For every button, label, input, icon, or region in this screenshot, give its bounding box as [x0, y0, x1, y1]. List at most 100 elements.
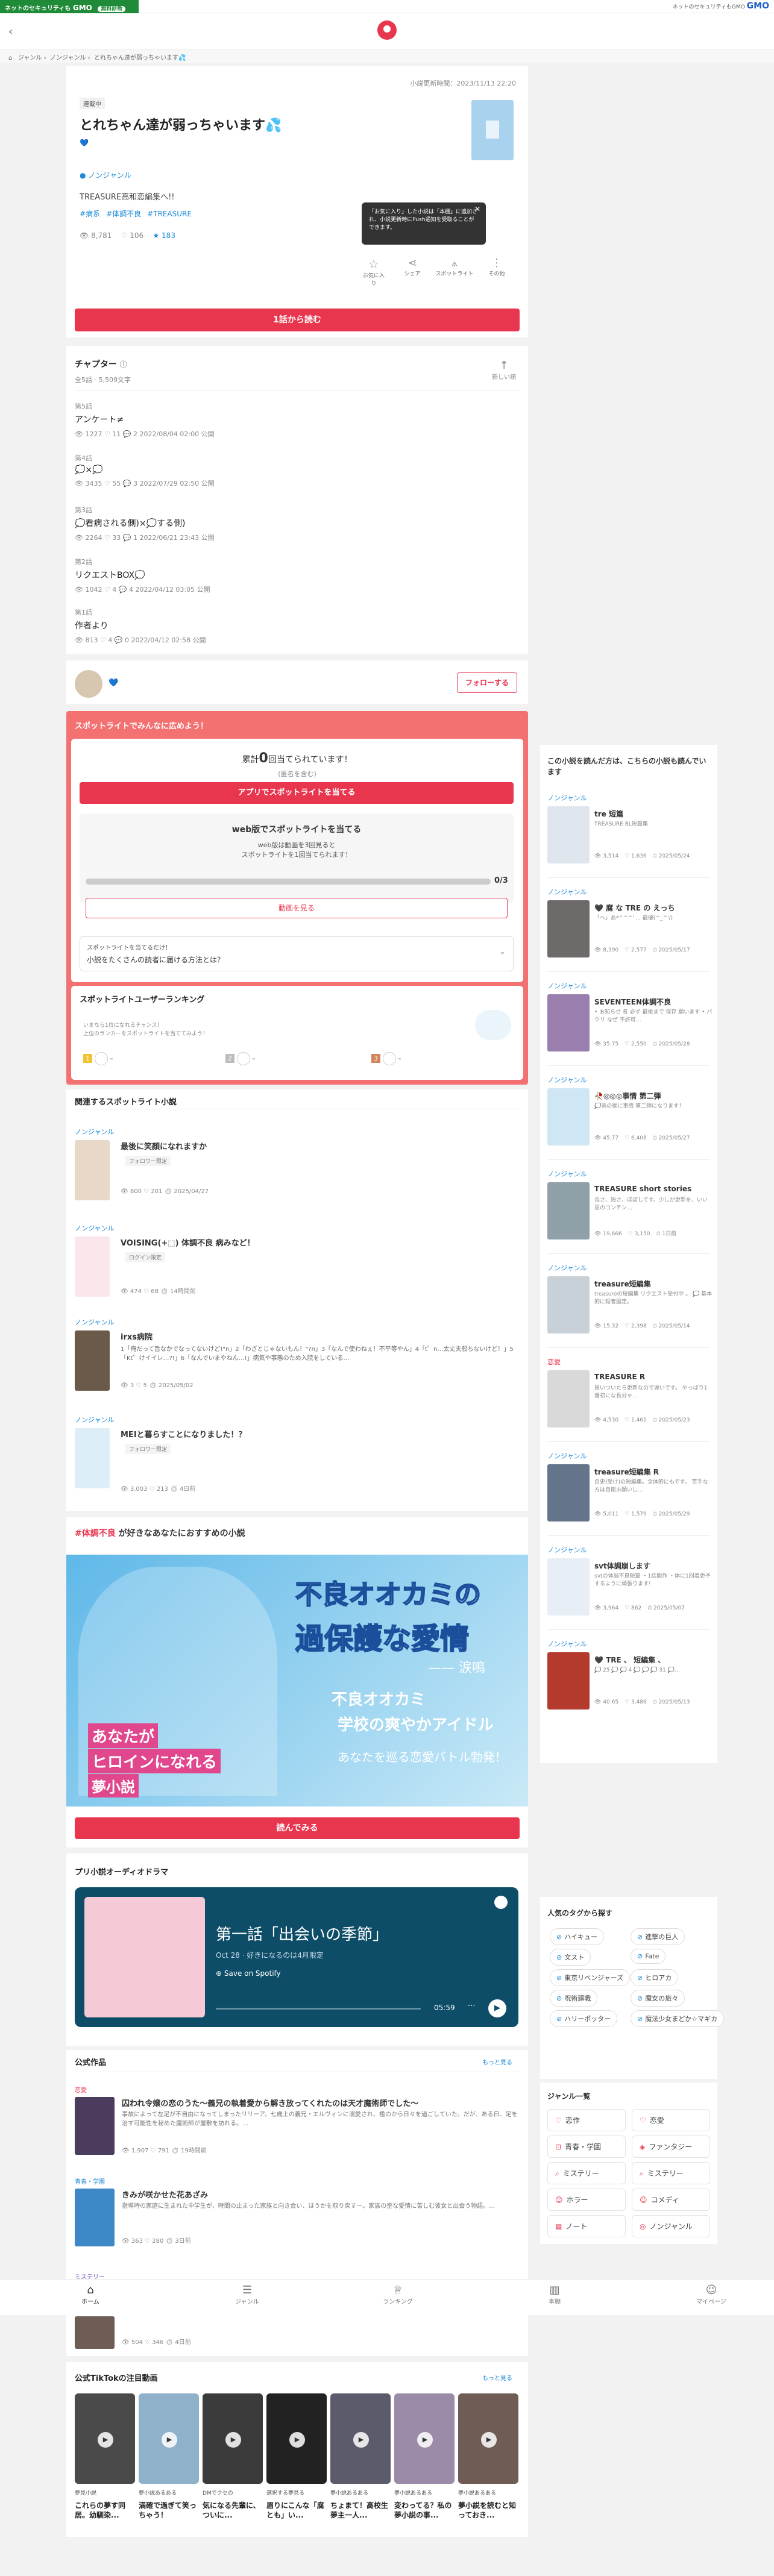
genre-item[interactable]: ⌕ ミステリー [632, 2162, 710, 2184]
rank-1[interactable]: 1 – [83, 1052, 113, 1065]
genre-item[interactable]: ♡ 恋作 [547, 2109, 626, 2131]
related-item[interactable]: ノンジャンル [75, 1127, 114, 1136]
novel-author-line[interactable]: 💙 [80, 139, 89, 147]
side-thumb[interactable] [547, 1652, 590, 1709]
side-title[interactable]: TREASURE short stories [594, 1185, 713, 1193]
tag-pill[interactable]: ⊘ ヒロアカ [631, 1969, 679, 1986]
recommend-hashtag[interactable]: #体調不良 [75, 1529, 116, 1538]
side-thumb[interactable] [547, 1464, 590, 1521]
tiktok-title[interactable]: 変わってる？私の夢小説の事... [394, 2501, 455, 2521]
sort-toggle[interactable]: ↑ 新しい順 [486, 359, 522, 381]
official-item[interactable]: 恋愛 [75, 2085, 87, 2094]
spotify-icon[interactable] [494, 1896, 508, 1909]
chapter-item[interactable]: 第4話 💭×💭 👁 3435 ♡ 55 💬 3 2022/07/29 02:50 公… [75, 453, 520, 488]
play-icon[interactable]: ▶ [417, 2432, 433, 2448]
side-title[interactable]: svt体調崩します [594, 1561, 713, 1571]
home-icon[interactable]: ⌂ [8, 55, 12, 61]
app-spotlight-button[interactable]: アプリでスポットライトを当てる [80, 782, 514, 804]
side-title[interactable]: treasure短編集 R [594, 1467, 713, 1477]
genre-item[interactable]: ⊡ 青春・学園 [547, 2136, 626, 2158]
nav-item[interactable]: ☺ マイページ [687, 2284, 735, 2305]
chapter-item[interactable]: 第3話 💭看病される側)×💭する側) 👁 2264 ♡ 33 💬 1 2022/06… [75, 505, 520, 542]
tag-pill[interactable]: ⊘ 進撃の巨人 [631, 1928, 685, 1945]
side-thumb[interactable] [547, 1370, 590, 1427]
official-thumb[interactable] [75, 2316, 115, 2349]
official-thumb[interactable] [75, 2097, 115, 2155]
play-icon[interactable]: ▶ [481, 2432, 497, 2448]
genre-item[interactable]: ▤ ノート [547, 2215, 626, 2237]
rank-3[interactable]: 3 – [371, 1052, 401, 1065]
save-spotify-button[interactable]: ⊕ Save on Spotify [216, 1969, 281, 1978]
back-arrow-icon[interactable]: ‹ [8, 25, 13, 38]
side-title[interactable]: 🖤 腐 な TRE の えっち [594, 903, 713, 913]
side-thumb[interactable] [547, 1182, 590, 1239]
genre-item[interactable]: ⌕ ミステリー [547, 2162, 626, 2184]
spotlight-faq[interactable] [80, 936, 514, 971]
side-title[interactable]: SEVENTEEN体調不良 [594, 997, 713, 1007]
tiktok-title[interactable]: 気になる先輩に、ついに... [203, 2501, 263, 2521]
tiktok-more-link[interactable]: もっと見る [482, 2373, 512, 2382]
tag-item[interactable]: #体調不良 [106, 210, 141, 218]
ad-left[interactable]: ネットのセキュリティも GMO 無料診断 [0, 0, 139, 13]
audio-progress[interactable] [216, 2008, 421, 2010]
read-recommend-button[interactable]: 読んでみる [75, 1817, 520, 1839]
novel-genre[interactable]: ● ノンジャンル [80, 170, 131, 180]
related-thumb[interactable] [75, 1236, 110, 1297]
side-thumb[interactable] [547, 1088, 590, 1145]
related-title-text[interactable]: VOISING(+⬚) 体調不良 病みなど！ [121, 1236, 255, 1248]
tag-pill[interactable]: ⊘ 文スト [550, 1949, 591, 1966]
related-thumb[interactable] [75, 1330, 110, 1391]
tag-item[interactable]: #TREASURE [147, 210, 192, 218]
official-title-text[interactable]: きみが咲かせた花あざみ [122, 2189, 520, 2200]
chapter-item[interactable]: 第5話 アンケート≠ 👁 1227 ♡ 11 💬 2 2022/08/04 02:0… [75, 401, 520, 439]
audio-cover-image[interactable] [84, 1897, 205, 2017]
genre-item[interactable]: ☺ ホラー [547, 2189, 626, 2211]
tag-pill[interactable]: ⊘ 呪術廻戦 [550, 1990, 598, 2007]
help-icon[interactable]: ⓘ [120, 360, 127, 369]
related-title-text[interactable]: 最後に笑顔になれますか [121, 1140, 207, 1152]
tag-pill[interactable]: ⊘ Fate [631, 1949, 666, 1964]
side-thumb[interactable] [547, 994, 590, 1051]
more-horizontal-icon[interactable]: ··· [468, 2002, 475, 2011]
breadcrumb-nongenre[interactable]: ノンジャンル [50, 55, 86, 61]
nav-item[interactable]: ▥ 本棚 [530, 2284, 579, 2305]
tiktok-title[interactable]: ちょまて！高校生夢主一人... [330, 2501, 391, 2521]
tiktok-title[interactable]: 夢小説を読むと知っておき... [458, 2501, 518, 2521]
related-title-text[interactable]: irxs病院 [121, 1330, 153, 1342]
tiktok-title[interactable]: 眉りにこんな「腐とも」い... [266, 2501, 327, 2521]
play-icon[interactable]: ▶ [353, 2432, 369, 2448]
tag-pill[interactable]: ⊘ 魔法少女まどか☆マギカ [631, 2010, 725, 2027]
related-thumb[interactable] [75, 1140, 110, 1200]
play-icon[interactable]: ▶ [225, 2432, 241, 2448]
tag-pill[interactable]: ⊘ ハリーポッター [550, 2010, 618, 2027]
nav-item[interactable]: ☰ ジャンル [223, 2284, 271, 2305]
favorite-button[interactable]: ☆ お気に入り [360, 257, 387, 287]
related-item[interactable]: ノンジャンル [75, 1223, 114, 1233]
share-button[interactable]: ⋖ シェア [399, 257, 426, 277]
watch-video-button[interactable]: 動画を見る [86, 898, 508, 918]
genre-item[interactable]: ☺ コメディ [632, 2189, 710, 2211]
official-more-link[interactable]: もっと見る [482, 2057, 512, 2066]
nav-item[interactable]: ⌂ ホーム [66, 2284, 115, 2305]
related-thumb[interactable] [75, 1428, 110, 1488]
related-item[interactable]: ノンジャンル [75, 1415, 114, 1424]
genre-item[interactable]: ◈ ファンタジー [632, 2136, 710, 2158]
side-thumb[interactable] [547, 1276, 590, 1333]
tag-pill[interactable]: ⊘ 魔女の旅々 [631, 1990, 685, 2007]
chapter-item[interactable]: 第1話 作者より 👁 813 ♡ 4 💬 0 2022/04/12 02:58 公開 [75, 607, 520, 645]
rank-2[interactable]: 2 – [225, 1052, 256, 1065]
tag-pill[interactable]: ⊘ ハイキュー [550, 1928, 604, 1945]
side-thumb[interactable] [547, 1558, 590, 1615]
side-title[interactable]: treasure短編集 [594, 1279, 713, 1289]
tooltip-close-icon[interactable]: ✕ [474, 205, 480, 213]
follow-button[interactable]: フォローする [457, 672, 517, 693]
official-title-text[interactable]: 囚われ令嬢の恋のうた～義兄の執着愛から解き放ってくれたのは天才魔術師でした～ [122, 2097, 520, 2108]
ad-right[interactable]: ネットのセキュリティもGMO GMO [629, 1, 774, 12]
side-title[interactable]: TREASURE R [594, 1373, 713, 1381]
play-icon[interactable]: ▶ [289, 2432, 305, 2448]
related-item[interactable]: ノンジャンル [75, 1317, 114, 1327]
spotlight-button[interactable]: ⟑ スポットライト [433, 257, 476, 277]
nav-item[interactable]: ♕ ランキング [374, 2284, 422, 2305]
avatar[interactable] [75, 670, 102, 698]
read-from-first-button[interactable]: 1話から読む [75, 309, 520, 331]
